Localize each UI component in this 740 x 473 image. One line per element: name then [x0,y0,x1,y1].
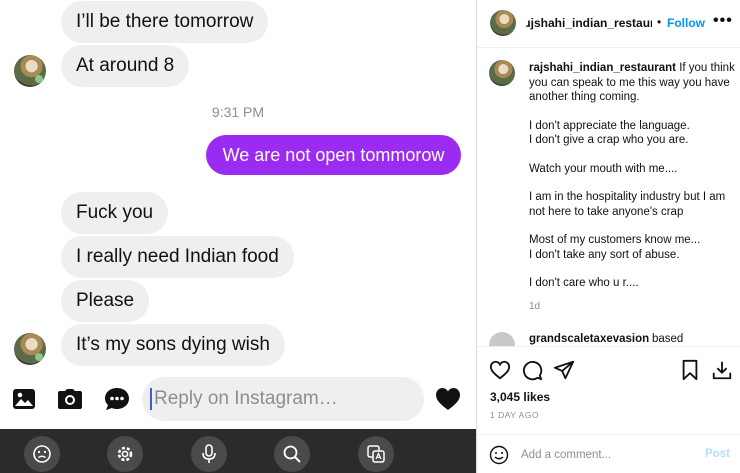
received-message[interactable]: I’ll be there tomorrow [61,1,269,43]
caption-paragraph: I don't care who u r.... [529,277,639,289]
chat-bubble-icon[interactable] [103,385,131,413]
caption-paragraph: I am in the hospitality industry but I a… [529,191,726,218]
settings-icon[interactable] [107,436,143,472]
translate-icon[interactable] [358,436,394,472]
caption-username[interactable]: rajshahi_indian_restaurant [529,62,676,74]
received-message[interactable]: Please [61,280,150,322]
text-cursor [150,388,152,410]
microphone-icon[interactable] [191,436,227,472]
caption-paragraph: Most of my customers know me... I don't … [529,234,701,261]
message-composer [0,375,476,425]
search-icon[interactable] [274,436,310,472]
comment-text: based [652,333,684,345]
sent-message[interactable]: We are not open tommorow [206,135,461,175]
contact-avatar[interactable] [14,55,46,87]
caption-text: rajshahi_indian_restaurant If you think … [529,61,735,305]
author-avatar[interactable] [490,10,516,36]
camera-icon[interactable] [56,385,84,413]
received-message[interactable]: Fuck you [61,192,169,234]
post-actions [477,346,740,388]
post-caption: rajshahi_indian_restaurant If you think … [477,48,740,346]
commenter-username[interactable]: grandscaletaxevasion [529,333,649,345]
received-message[interactable]: At around 8 [61,45,190,87]
image-icon[interactable] [10,385,38,413]
header-separator: • [657,15,662,29]
more-options-icon[interactable]: ••• [713,12,733,30]
reply-input-container[interactable] [142,377,424,421]
emoji-icon[interactable] [24,436,60,472]
post-age: 1 DAY AGO [490,410,540,420]
bottom-toolbar [0,429,476,473]
save-bookmark-icon[interactable] [679,359,701,381]
comment-input[interactable] [521,443,691,467]
message-timestamp: 9:31 PM [211,104,265,120]
dm-thread: I’ll be there tomorrow At around 8 9:31 … [0,0,476,473]
reply-input[interactable] [154,377,414,421]
post-panel: ɹjshahi_indian_restaurant • Follow ••• r… [476,0,740,473]
received-message[interactable]: It’s my sons dying wish [61,324,285,366]
like-heart-icon[interactable] [489,359,511,381]
post-header: ɹjshahi_indian_restaurant • Follow ••• [477,0,740,48]
post-comment-button[interactable]: Post [705,448,730,460]
contact-avatar[interactable] [14,333,46,365]
emoji-picker-icon[interactable] [489,445,509,465]
commenter-avatar[interactable] [489,332,515,346]
comment-icon[interactable] [521,359,543,381]
share-icon[interactable] [553,359,575,381]
caption-age: 1d [529,301,541,312]
like-count[interactable]: 3,045 likes [490,390,550,404]
follow-button[interactable]: Follow [667,16,705,30]
caption-paragraph: Watch your mouth with me.... [529,162,678,175]
author-username[interactable]: ɹjshahi_indian_restaurant [526,16,652,30]
heart-icon[interactable] [434,385,462,413]
caption-avatar[interactable] [489,60,515,86]
comment-item: grandscaletaxevasion based [489,332,739,346]
caption-paragraph: I don't appreciate the language. I don't… [529,119,690,147]
received-message[interactable]: I really need Indian food [61,236,294,278]
add-comment-bar: Post [477,434,740,473]
download-icon[interactable] [711,359,733,381]
